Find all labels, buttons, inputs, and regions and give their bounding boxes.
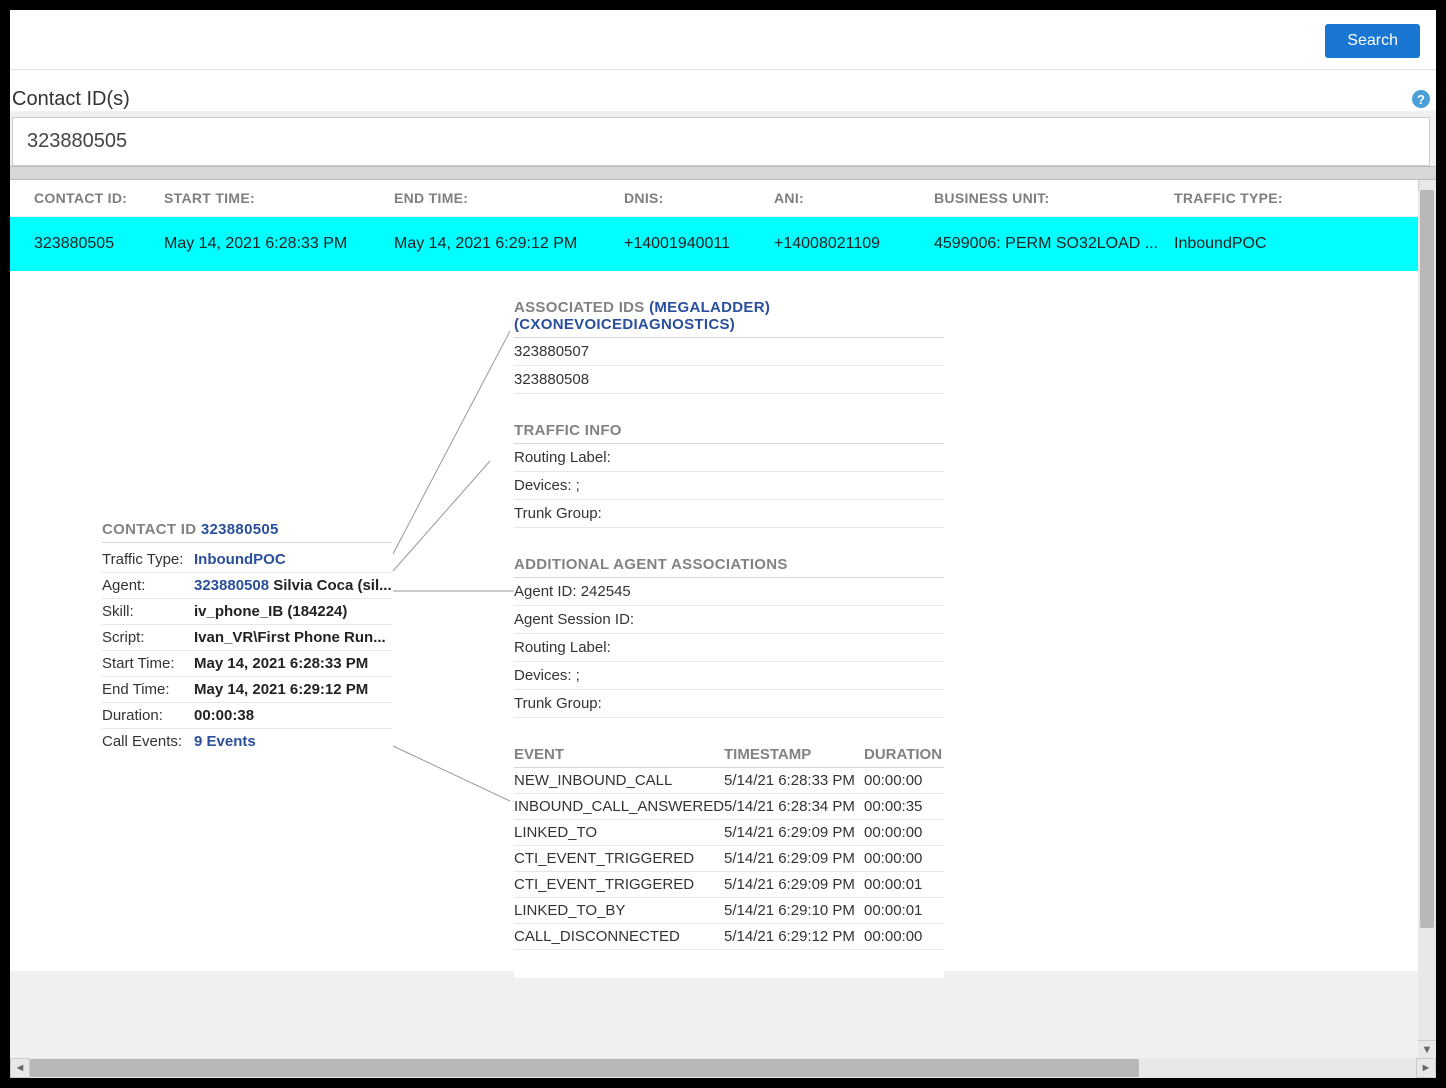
details-column: ASSOCIATED IDS (MEGALADDER) (CXONEVOICED… [514,299,944,978]
agent-name: Silvia Coca (sil... [269,577,392,594]
event-ts: 5/14/21 6:29:10 PM [724,902,864,919]
agent-assoc-section: ADDITIONAL AGENT ASSOCIATIONS Agent ID: … [514,556,944,718]
event-name: CTI_EVENT_TRIGGERED [514,850,724,867]
event-dur: 00:00:00 [864,928,944,945]
event-dur: 00:00:00 [864,772,944,789]
megaladder-link[interactable]: (MEGALADDER) [649,299,770,316]
duration-value: 00:00:38 [194,707,254,724]
agent-assoc-title: ADDITIONAL AGENT ASSOCIATIONS [514,556,944,578]
scroll-right-icon[interactable]: ► [1416,1058,1436,1078]
summary-header-label: CONTACT ID [102,521,196,538]
vertical-scrollbar[interactable]: ▼ [1418,190,1436,1058]
cell-dnis: +14001940011 [624,235,774,253]
contact-summary-card: CONTACT ID 323880505 Traffic Type: Inbou… [102,521,392,754]
event-ts: 5/14/21 6:28:33 PM [724,772,864,789]
traffic-type-value[interactable]: InboundPOC [194,551,286,568]
event-name: CALL_DISCONNECTED [514,928,724,945]
cell-contact-id: 323880505 [34,235,164,253]
event-ts: 5/14/21 6:29:09 PM [724,850,864,867]
event-row: LINKED_TO5/14/21 6:29:09 PM00:00:00 [514,820,944,846]
end-time-label: End Time: [102,681,194,698]
cell-business-unit: 4599006: PERM SO32LOAD ... [934,235,1174,253]
contact-ids-input[interactable] [12,117,1430,166]
horizontal-scroll-thumb[interactable] [30,1059,1139,1077]
cell-ani: +14008021109 [774,235,934,253]
events-section: EVENT TIMESTAMP DURATION NEW_INBOUND_CAL… [514,746,944,950]
event-row: NEW_INBOUND_CALL5/14/21 6:28:33 PM00:00:… [514,768,944,794]
event-name: LINKED_TO [514,824,724,841]
col-ani[interactable]: ANI: [774,190,934,206]
col-dnis[interactable]: DNIS: [624,190,774,206]
skill-value: iv_phone_IB (184224) [194,603,347,620]
agent-link[interactable]: 323880508 [194,577,269,594]
table-row[interactable]: 323880505 May 14, 2021 6:28:33 PM May 14… [10,217,1436,271]
scroll-down-icon[interactable]: ▼ [1418,1040,1436,1058]
event-dur: 00:00:01 [864,902,944,919]
associated-ids-title: ASSOCIATED IDS [514,299,649,316]
duration-col: DURATION [864,746,944,763]
script-label: Script: [102,629,194,646]
event-ts: 5/14/21 6:29:09 PM [724,824,864,841]
col-traffic-type[interactable]: TRAFFIC TYPE: [1174,190,1304,206]
trunk-group-row: Trunk Group: [514,690,944,718]
associated-id-row[interactable]: 323880507 [514,338,944,366]
call-events-value[interactable]: 9 Events [194,733,256,750]
event-name: LINKED_TO_BY [514,902,724,919]
devices-row: Devices: ; [514,472,944,500]
routing-label-row: Routing Label: [514,444,944,472]
help-icon[interactable]: ? [1412,90,1430,108]
event-name: INBOUND_CALL_ANSWERED [514,798,724,815]
associated-id-row[interactable]: 323880508 [514,366,944,394]
traffic-info-section: TRAFFIC INFO Routing Label: Devices: ; T… [514,422,944,528]
cell-end-time: May 14, 2021 6:29:12 PM [394,235,624,253]
associated-ids-section: ASSOCIATED IDS (MEGALADDER) (CXONEVOICED… [514,299,944,394]
traffic-info-title: TRAFFIC INFO [514,422,944,444]
col-business-unit[interactable]: BUSINESS UNIT: [934,190,1174,206]
col-contact-id[interactable]: CONTACT ID: [34,190,164,206]
devices-row: Devices: ; [514,662,944,690]
agent-id-row: Agent ID: 242545 [514,578,944,606]
event-ts: 5/14/21 6:29:12 PM [724,928,864,945]
cxonevoicediagnostics-link[interactable]: (CXONEVOICEDIAGNOSTICS) [514,316,735,333]
event-dur: 00:00:00 [864,850,944,867]
cell-traffic-type: InboundPOC [1174,235,1304,253]
end-time-value: May 14, 2021 6:29:12 PM [194,681,368,698]
event-ts: 5/14/21 6:28:34 PM [724,798,864,815]
start-time-value: May 14, 2021 6:28:33 PM [194,655,368,672]
duration-label: Duration: [102,707,194,724]
event-name: NEW_INBOUND_CALL [514,772,724,789]
traffic-type-label: Traffic Type: [102,551,194,568]
summary-header-link[interactable]: 323880505 [201,521,279,538]
routing-label-row: Routing Label: [514,634,944,662]
vertical-scroll-thumb[interactable] [1420,190,1434,928]
agent-session-id-row: Agent Session ID: [514,606,944,634]
event-ts: 5/14/21 6:29:09 PM [724,876,864,893]
event-row: INBOUND_CALL_ANSWERED5/14/21 6:28:34 PM0… [514,794,944,820]
skill-label: Skill: [102,603,194,620]
col-start-time[interactable]: START TIME: [164,190,394,206]
event-name: CTI_EVENT_TRIGGERED [514,876,724,893]
call-events-label: Call Events: [102,733,194,750]
col-end-time[interactable]: END TIME: [394,190,624,206]
horizontal-scrollbar[interactable]: ◄ ► [10,1058,1436,1078]
agent-label: Agent: [102,577,194,594]
event-dur: 00:00:01 [864,876,944,893]
event-row: LINKED_TO_BY5/14/21 6:29:10 PM00:00:01 [514,898,944,924]
cell-start-time: May 14, 2021 6:28:33 PM [164,235,394,253]
trunk-group-row: Trunk Group: [514,500,944,528]
start-time-label: Start Time: [102,655,194,672]
event-dur: 00:00:00 [864,824,944,841]
event-row: CALL_DISCONNECTED5/14/21 6:29:12 PM00:00… [514,924,944,950]
script-value: Ivan_VR\First Phone Run... [194,629,386,646]
event-dur: 00:00:35 [864,798,944,815]
contact-ids-label: Contact ID(s) [12,88,130,110]
event-col: EVENT [514,746,724,763]
search-button[interactable]: Search [1325,24,1420,58]
scroll-left-icon[interactable]: ◄ [10,1058,30,1078]
event-row: CTI_EVENT_TRIGGERED5/14/21 6:29:09 PM00:… [514,872,944,898]
timestamp-col: TIMESTAMP [724,746,864,763]
event-row: CTI_EVENT_TRIGGERED5/14/21 6:29:09 PM00:… [514,846,944,872]
